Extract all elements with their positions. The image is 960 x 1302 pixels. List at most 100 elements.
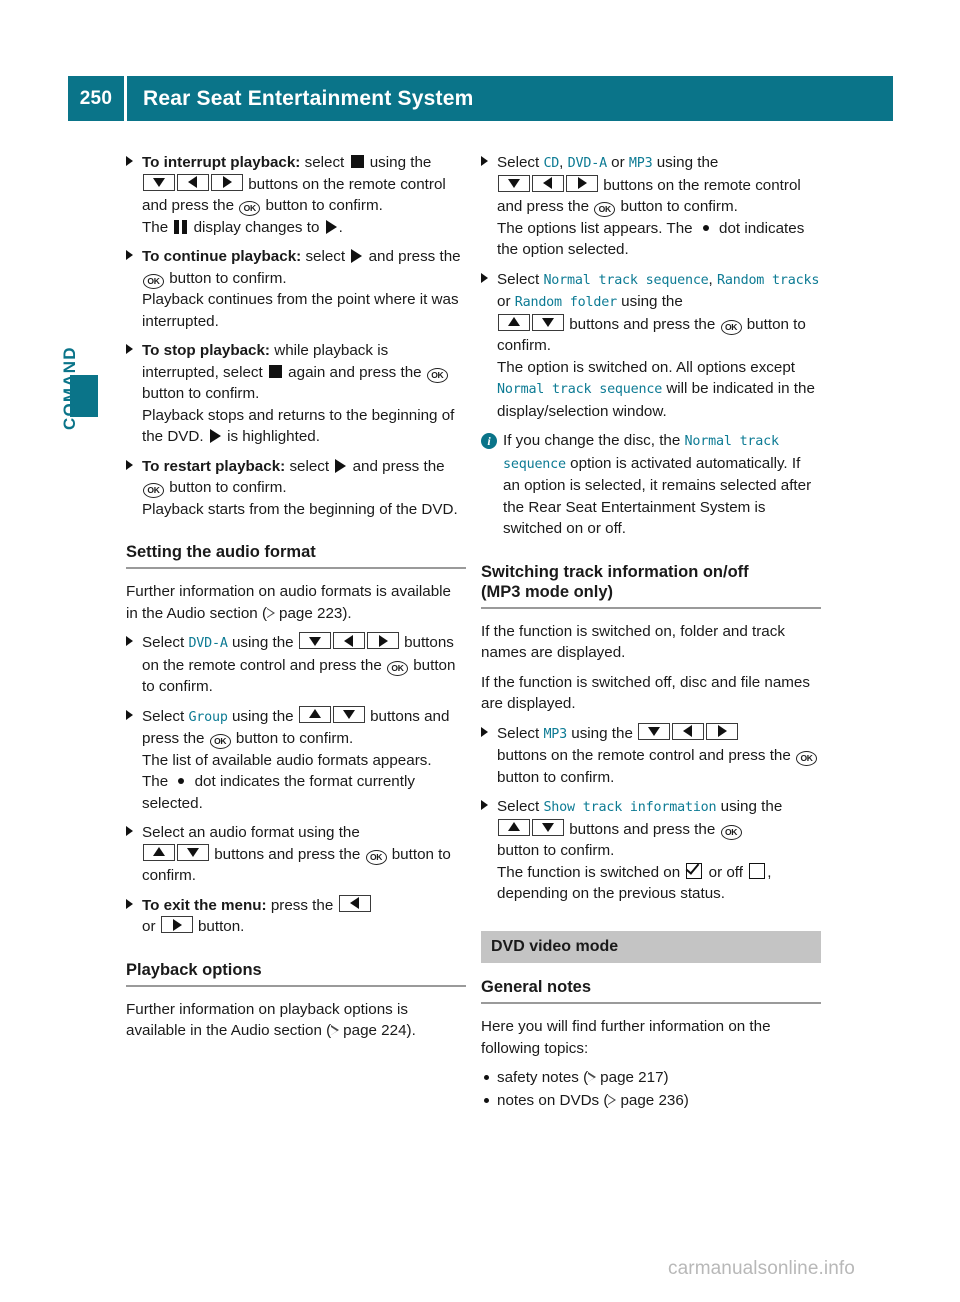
step-text: again and press the [283, 363, 426, 381]
step-text: using the [616, 293, 683, 310]
right-key-icon [211, 173, 243, 191]
play-icon [209, 429, 221, 443]
page-reference-link[interactable]: page 223 [279, 605, 342, 622]
ui-option-mp3[interactable]: MP3 [629, 156, 653, 171]
step-text: or [142, 918, 160, 935]
general-notes-intro: Here you will find further information o… [481, 1018, 771, 1057]
step-text: button to confirm. [165, 269, 287, 287]
topics-list: safety notes (page 217) notes on DVDs (p… [481, 1067, 821, 1111]
step-text: using the [227, 707, 298, 725]
step-text: The [142, 218, 173, 236]
ui-option-show-track-information[interactable]: Show track information [543, 800, 716, 815]
up-key-icon [498, 313, 530, 331]
down-key-icon [638, 722, 671, 740]
step-text: select [300, 154, 349, 171]
step-result-text: The function is switched on [497, 863, 685, 881]
stop-square-icon [350, 155, 364, 168]
step-text: button to confirm. [616, 198, 738, 215]
ui-option-random-folder[interactable]: Random folder [515, 295, 617, 310]
note-text: If you change the disc, the [503, 432, 685, 449]
step-result-text: The [142, 773, 173, 790]
checkbox-checked-icon [686, 862, 703, 879]
bullet-triangle-icon [481, 726, 488, 737]
list-item: safety notes (page 217) [481, 1067, 821, 1089]
ui-option-random-tracks[interactable]: Random tracks [717, 273, 819, 288]
heading-setting-audio-format: Setting the audio format [126, 542, 466, 569]
step-lead: To interrupt playback: [142, 154, 301, 171]
step-text: button to confirm. [497, 842, 615, 859]
pause-icon [174, 219, 188, 234]
ok-button-icon: OK [594, 202, 616, 217]
ok-button-icon: OK [426, 367, 448, 383]
down-key-icon [177, 843, 209, 861]
heading-playback-options: Playback options [126, 960, 466, 987]
bullet-triangle-icon [126, 250, 133, 260]
step-text: button. [193, 918, 245, 935]
page-reference-link[interactable]: page 236 [620, 1092, 683, 1109]
ok-button-icon: OK [720, 824, 742, 840]
bullet-triangle-icon [481, 272, 488, 283]
step-text: using the [365, 154, 432, 171]
left-key-icon [672, 722, 705, 740]
step-text: or [497, 293, 515, 310]
step-text: button to confirm. [497, 768, 615, 786]
step-text: using the [567, 724, 638, 742]
list-item: To continue playback: select and press t… [126, 246, 466, 332]
ok-button-icon: OK [143, 273, 164, 289]
step-text: and press the [348, 457, 445, 475]
step-text: buttons and press the [565, 315, 720, 333]
ok-button-icon: OK [239, 201, 261, 216]
down-key-icon [532, 818, 564, 836]
list-item: Select DVD-A using the buttons on the re… [126, 632, 466, 698]
ok-button-icon: OK [143, 483, 164, 498]
ui-option-normal-track-sequence[interactable]: Normal track sequence [543, 273, 708, 288]
topic-text: ) [663, 1069, 669, 1086]
intro-text: ). [406, 1022, 416, 1039]
list-item: Select an audio format using the buttons… [126, 822, 466, 887]
bullet-triangle-icon [481, 800, 488, 810]
step-text: Select [142, 707, 189, 725]
ui-option-dvd-a[interactable]: DVD-A [188, 636, 228, 651]
ok-button-icon: OK [209, 734, 231, 749]
stop-square-icon [268, 364, 282, 378]
step-text: button to confirm. [142, 385, 260, 402]
ok-button-icon: OK [365, 849, 387, 865]
step-text: Select [497, 270, 544, 288]
step-text: buttons and press the [565, 820, 720, 838]
step-text: button to confirm. [261, 197, 383, 214]
list-item: Select Show track information using the … [481, 796, 821, 905]
down-key-icon [298, 632, 331, 649]
list-item: notes on DVDs (page 236) [481, 1090, 821, 1112]
page-number: 250 [68, 76, 124, 121]
down-key-icon [332, 705, 365, 723]
track-info-off-text: If the function is switched off, disc an… [481, 673, 810, 713]
step-result-text: The list of available audio formats appe… [142, 751, 432, 769]
page-title: Rear Seat Entertainment System [127, 76, 893, 121]
bullet-triangle-icon [481, 156, 488, 166]
ui-option-normal-track-sequence[interactable]: Normal track sequence [497, 382, 662, 397]
step-lead: To restart playback: [142, 457, 286, 475]
ui-option-group[interactable]: Group [188, 710, 228, 725]
page-reference-icon [331, 1025, 340, 1036]
step-text: using the [652, 154, 719, 171]
list-item: To stop playback: while playback is inte… [126, 340, 466, 448]
bullet-triangle-icon [126, 898, 133, 909]
right-key-icon [706, 722, 739, 740]
ui-option-cd[interactable]: CD [543, 156, 559, 171]
page-reference-link[interactable]: page 217 [600, 1069, 663, 1086]
right-key-icon [366, 632, 399, 649]
ui-option-mp3[interactable]: MP3 [543, 727, 567, 742]
ui-option-dvd-a[interactable]: DVD-A [568, 156, 608, 171]
heading-general-notes: General notes [481, 977, 821, 1004]
play-icon [351, 249, 363, 263]
down-key-icon [498, 174, 530, 192]
heading-line-1: Switching track information on/off [481, 562, 749, 581]
page-reference-link[interactable]: page 224 [343, 1022, 406, 1039]
step-text: buttons on the remote control and press … [497, 747, 796, 764]
left-key-icon [332, 632, 365, 649]
step-lead: To continue playback: [142, 248, 302, 265]
step-text: buttons and press the [210, 845, 365, 863]
step-text: or [606, 154, 629, 171]
audio-format-intro: Further information on audio formats is … [126, 581, 466, 624]
step-text: Select [497, 154, 544, 171]
